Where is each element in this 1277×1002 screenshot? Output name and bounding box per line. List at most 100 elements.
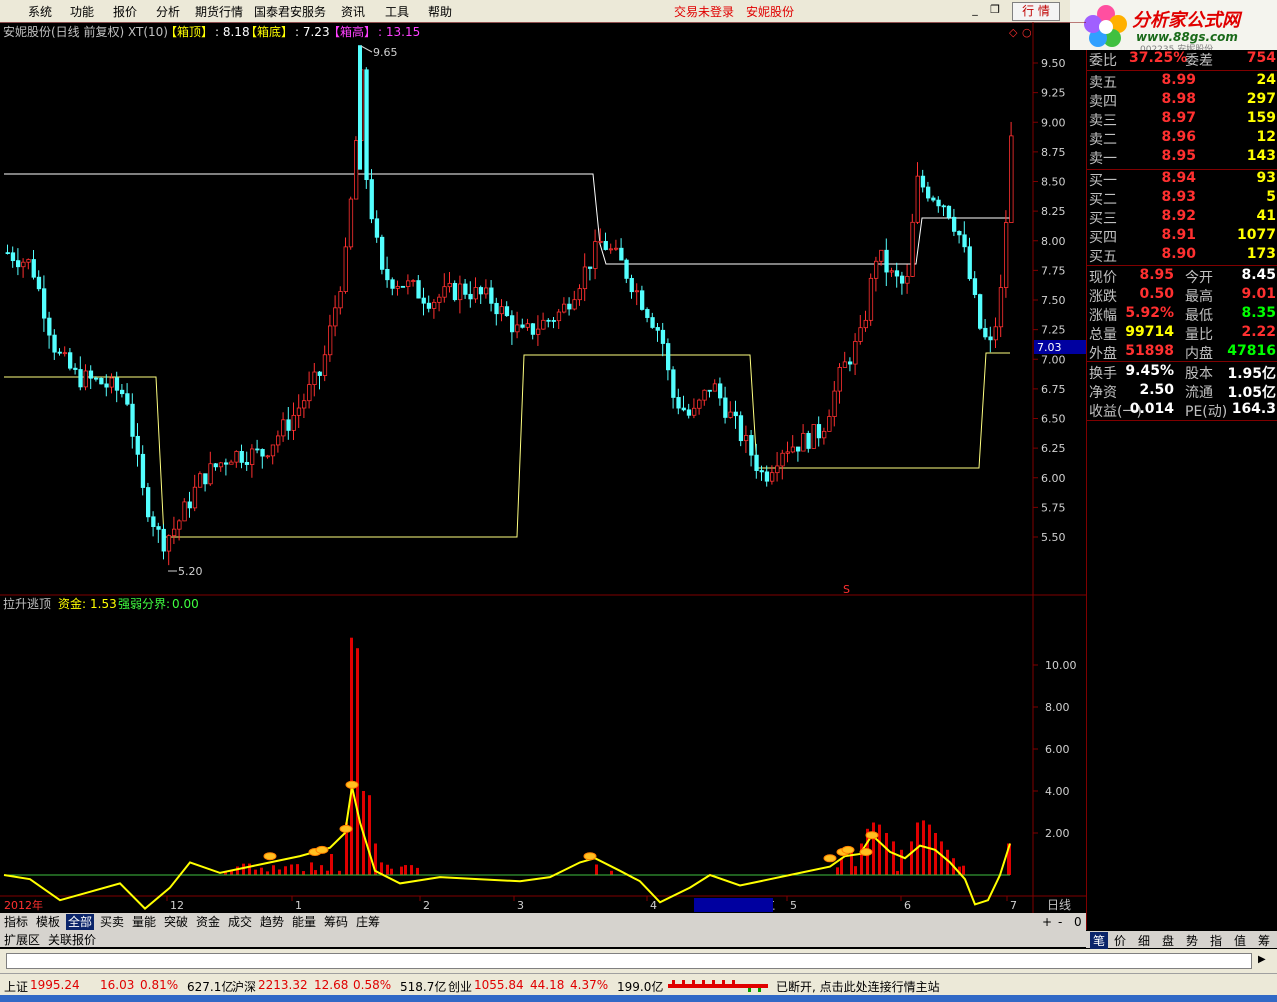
candle-body [343, 246, 348, 292]
ask-4-row[interactable]: 卖四 8.98 297 [1087, 91, 1277, 110]
menu-function[interactable]: 功能 [70, 3, 94, 20]
chart-canvas[interactable]: 9.50 9.25 9.00 8.75 8.50 8.25 8.00 7.75 7.50 7.25… [0, 22, 1086, 913]
gold-ingot-icon [339, 824, 353, 833]
menu-quote[interactable]: 报价 [113, 3, 137, 20]
ask-5-row[interactable]: 卖五 8.99 24 [1087, 72, 1277, 91]
bid-3-row[interactable]: 买三 8.92 41 [1087, 208, 1277, 227]
bid-3-label: 买三 [1089, 211, 1117, 227]
tab-extension[interactable]: 扩展区 [2, 932, 42, 948]
horizontal-scrollbar[interactable]: ▶ [0, 949, 1277, 973]
minimize-icon[interactable]: _ [968, 3, 982, 17]
bid-1-row[interactable]: 买一 8.94 93 [1087, 170, 1277, 189]
tab-indicator-4[interactable]: 量能 [130, 914, 158, 930]
bid-5-row[interactable]: 买五 8.90 173 [1087, 246, 1277, 265]
chart-close-icon[interactable]: ○ [1022, 26, 1032, 39]
bid-4-row[interactable]: 买四 8.91 1077 [1087, 227, 1277, 246]
candle-body [385, 268, 390, 281]
scroll-right-icon[interactable]: ▶ [1258, 954, 1266, 965]
ask-2-label: 卖二 [1089, 132, 1117, 148]
menu-tools[interactable]: 工具 [385, 3, 409, 20]
ask-2-row[interactable]: 卖二 8.96 12 [1087, 129, 1277, 148]
menu-analysis[interactable]: 分析 [156, 3, 180, 20]
tab-indicator-6[interactable]: 资金 [194, 914, 222, 930]
candle-body [718, 383, 723, 399]
candle-body [790, 446, 796, 453]
candle-body [764, 471, 770, 482]
tab-indicator-8[interactable]: 趋势 [258, 914, 286, 930]
candle-body [546, 319, 551, 322]
tab-quote-4[interactable]: 势 [1186, 932, 1198, 949]
fund-line [3, 786, 1011, 910]
tab-indicator-11[interactable]: 庄筹 [354, 914, 382, 930]
candle-body [962, 234, 967, 248]
candle-body [177, 520, 182, 530]
tab-indicator-0[interactable]: 指标 [2, 914, 30, 930]
menu-gtja-service[interactable]: 国泰君安服务 [254, 3, 326, 20]
bid-1-label: 买一 [1089, 173, 1117, 189]
candle-body [556, 311, 562, 322]
tab-indicator-5[interactable]: 突破 [162, 914, 190, 930]
indicator-bar [840, 858, 843, 875]
price-tick-label: 6.25 [1041, 442, 1066, 455]
tab-quote-5[interactable]: 指 [1210, 932, 1222, 949]
reset-button[interactable]: 0 [1072, 914, 1084, 930]
chart-toggle-icon[interactable]: ◇ [1009, 26, 1018, 39]
zoom-in-button[interactable]: + [1040, 914, 1054, 930]
scroll-track[interactable] [6, 953, 1252, 969]
candle-body [322, 354, 328, 376]
tab-quote-7[interactable]: 筹 [1258, 932, 1270, 949]
candle-body [447, 282, 452, 288]
candle-body [239, 451, 244, 463]
indicator-bar [910, 841, 913, 875]
candle-body [536, 328, 541, 335]
quote-stat-row: 现价 8.95 今开 8.45 [1089, 267, 1276, 286]
sz-label[interactable]: 沪深 [232, 978, 256, 995]
candle-body [884, 249, 889, 273]
candle-body [972, 278, 978, 295]
tab-indicator-1[interactable]: 模板 [34, 914, 62, 930]
restore-icon[interactable]: ❐ [988, 3, 1002, 17]
candle-body [671, 369, 676, 398]
login-status[interactable]: 交易未登录 [674, 3, 734, 20]
tab-indicator-10[interactable]: 筹码 [322, 914, 350, 930]
connection-message[interactable]: 已断开, 点击此处连接行情主站 [776, 978, 940, 995]
zoom-out-button[interactable]: - [1056, 914, 1064, 930]
candle-body [161, 528, 166, 552]
quote-stat-row: 总量 99714 量比 2.22 [1089, 324, 1276, 343]
tab-indicator-2[interactable]: 全部 [66, 914, 95, 930]
tab-quote-3[interactable]: 盘 [1162, 932, 1174, 949]
x-axis-label: 5 [790, 899, 797, 912]
market-button[interactable]: 行 情 [1012, 2, 1060, 21]
menu-news[interactable]: 资讯 [341, 3, 365, 20]
candle-body [265, 455, 270, 458]
tab-quote-6[interactable]: 值 [1234, 932, 1246, 949]
tab-indicator-7[interactable]: 成交 [226, 914, 254, 930]
cy-label[interactable]: 创业 [448, 978, 472, 995]
boundary-label: 强弱分界: [118, 597, 170, 611]
tab-related-quote[interactable]: 关联报价 [46, 932, 98, 948]
menu-system[interactable]: 系统 [28, 3, 52, 20]
ask-1-row[interactable]: 卖一 8.95 143 [1087, 148, 1277, 167]
candle-body [874, 260, 879, 279]
quote-tab-bar: 笔价细盘势指值筹 [1086, 931, 1277, 949]
candle-body [156, 526, 161, 530]
ask-3-row[interactable]: 卖三 8.97 159 [1087, 110, 1277, 129]
high-price-marker: 9.65 [373, 46, 398, 59]
candle-body [140, 453, 146, 488]
indicator-title: 拉升逃顶 [3, 596, 51, 611]
tab-quote-1[interactable]: 价 [1114, 932, 1126, 949]
period-label[interactable]: 日线 [1047, 898, 1071, 912]
menu-futures[interactable]: 期货行情 [195, 3, 243, 20]
bid-2-row[interactable]: 买二 8.93 5 [1087, 189, 1277, 208]
menu-help[interactable]: 帮助 [428, 3, 452, 20]
tab-indicator-9[interactable]: 能量 [290, 914, 318, 930]
sh-label[interactable]: 上证 [4, 978, 28, 995]
tab-quote-2[interactable]: 细 [1138, 932, 1150, 949]
ask-4-label: 卖四 [1089, 94, 1117, 110]
candle-body [681, 407, 686, 411]
tab-indicator-3[interactable]: 买卖 [98, 914, 126, 930]
candle-body [47, 317, 52, 336]
indicator-bar [878, 824, 881, 875]
candle-body [26, 259, 31, 263]
tab-quote-0[interactable]: 笔 [1090, 932, 1109, 949]
